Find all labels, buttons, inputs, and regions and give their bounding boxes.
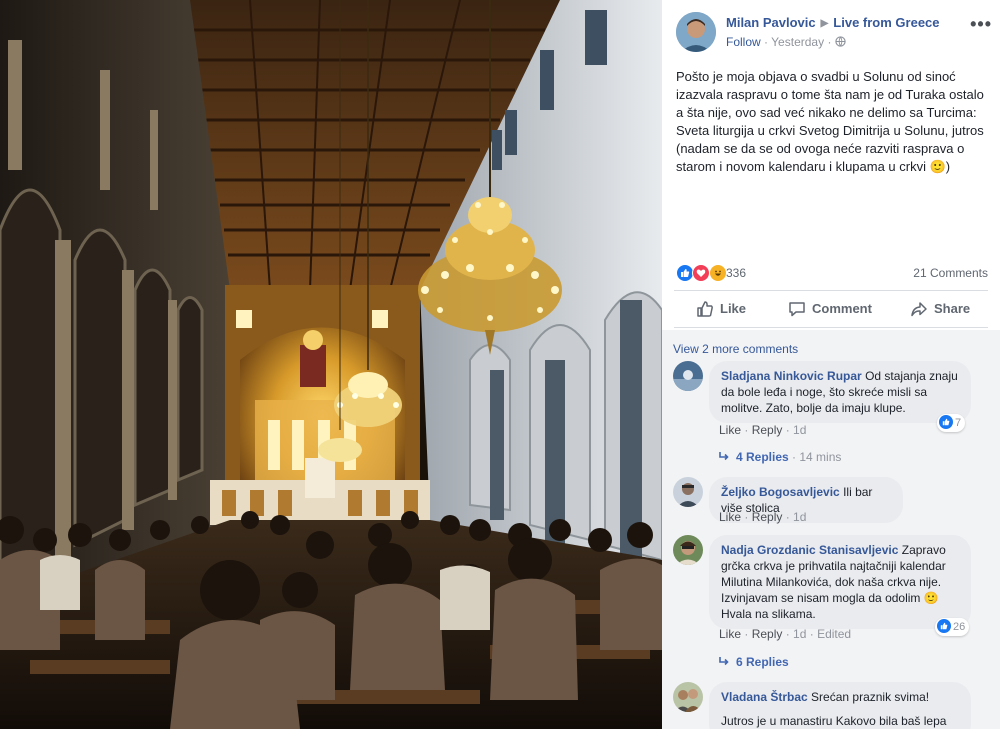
comment-time[interactable]: 1d <box>793 627 806 641</box>
haha-reaction-icon <box>708 264 727 282</box>
love-reaction-icon <box>692 264 711 282</box>
comments-count[interactable]: 21 Comments <box>913 266 988 280</box>
commenter-name[interactable]: Sladjana Ninkovic Rupar <box>721 369 862 383</box>
post-sidebar: Milan Pavlovic ▶ Live from Greece Follow ·… <box>662 0 1000 729</box>
church-interior-photo <box>0 0 662 729</box>
comment-like-link[interactable]: Like <box>719 627 741 641</box>
meta-separator: · <box>827 35 835 49</box>
post-header: Milan Pavlovic ▶ Live from Greece Follow ·… <box>676 12 996 52</box>
commenter-avatar[interactable] <box>673 682 703 712</box>
comment-reply-link[interactable]: Reply <box>752 510 783 524</box>
comment-text-continued: Jutros je u manastiru Kakovo bila baš le… <box>721 714 947 728</box>
comment-like-count[interactable]: 26 <box>935 618 970 636</box>
comment-bubble: Nadja Grozdanic Stanisavljevic Zapravo g… <box>709 535 971 629</box>
reply-arrow-icon <box>718 655 736 669</box>
comment-like-number: 7 <box>955 417 962 429</box>
post-photo[interactable] <box>0 0 662 729</box>
comment-text: Srećan praznik svima! <box>811 690 930 704</box>
comment-edited[interactable]: Edited <box>817 627 851 641</box>
post-viewer: Milan Pavlovic ▶ Live from Greece Follow ·… <box>0 0 1000 729</box>
view-more-comments-link[interactable]: View 2 more comments <box>673 342 798 356</box>
replies-label: 6 Replies <box>736 655 789 669</box>
comment-bubble: Sladjana Ninkovic Rupar Od stajanja znaj… <box>709 361 971 423</box>
caret-right-icon: ▶ <box>820 18 829 29</box>
replies-separator: · <box>788 450 800 464</box>
comment-bubble: Vladana Štrbac Srećan praznik svima! Jut… <box>709 682 971 729</box>
globe-icon <box>835 35 846 49</box>
follow-link[interactable]: Follow <box>726 35 761 49</box>
comment-reply-link[interactable]: Reply <box>752 627 783 641</box>
reply-arrow-icon <box>718 450 736 464</box>
reactions-summary[interactable]: 336 21 Comments <box>676 263 988 283</box>
comment-icon <box>789 301 805 316</box>
comment-reply-link[interactable]: Reply <box>752 423 783 437</box>
commenter-name[interactable]: Nadja Grozdanic Stanisavljevic <box>721 543 898 557</box>
reaction-count[interactable]: 336 <box>726 266 746 280</box>
comment-actions: Like · Reply · 1d <box>719 423 807 437</box>
commenter-avatar[interactable] <box>673 361 703 391</box>
replies-label: 4 Replies <box>736 450 789 464</box>
comment-label: Comment <box>812 301 872 316</box>
comment-like-link[interactable]: Like <box>719 423 741 437</box>
reaction-icons <box>676 264 727 282</box>
comments-section: View 2 more comments Sladjana Ninkovic R… <box>662 330 1000 729</box>
share-arrow-icon <box>911 301 927 316</box>
view-replies[interactable]: 6 Replies <box>718 655 789 669</box>
comment-like-count[interactable]: 7 <box>937 414 966 432</box>
share-button[interactable]: Share <box>910 291 970 327</box>
like-label: Like <box>720 301 747 316</box>
author-avatar[interactable] <box>676 12 716 52</box>
comment-actions: Like · Reply · 1d · Edited <box>719 627 852 641</box>
comment-time[interactable]: 1d <box>793 423 806 437</box>
comment-actions: Like · Reply · 1d <box>719 510 807 524</box>
comment-like-link[interactable]: Like <box>719 510 741 524</box>
author-line: Milan Pavlovic ▶ Live from Greece <box>726 15 940 30</box>
share-label: Share <box>934 301 971 316</box>
like-reaction-icon <box>937 619 951 634</box>
commenter-name[interactable]: Vladana Štrbac <box>721 690 808 704</box>
commenter-avatar[interactable] <box>673 535 703 565</box>
commenter-avatar[interactable] <box>673 477 703 507</box>
post-actions: Like Comment Share <box>674 290 988 328</box>
author-name[interactable]: Milan Pavlovic <box>726 15 816 30</box>
thumbs-up-icon <box>697 300 713 317</box>
comment-button[interactable]: Comment <box>788 291 872 327</box>
replies-time: 14 mins <box>799 450 842 464</box>
commenter-name[interactable]: Željko Bogosavljevic <box>721 485 840 499</box>
post-time[interactable]: Yesterday <box>771 35 824 49</box>
post-meta: Follow · Yesterday · <box>726 35 846 49</box>
more-options-icon[interactable]: ••• <box>970 14 992 35</box>
post-text: Pošto je moja objava o svadbi u Solunu o… <box>676 69 984 174</box>
like-reaction-icon <box>676 264 694 282</box>
author-avatar-image <box>676 12 716 52</box>
like-reaction-icon <box>939 415 953 430</box>
group-name[interactable]: Live from Greece <box>833 15 939 30</box>
comment-like-number: 26 <box>953 621 966 633</box>
view-replies[interactable]: 4 Replies · 14 mins <box>718 450 841 464</box>
comment-time[interactable]: 1d <box>793 510 806 524</box>
like-button[interactable]: Like <box>696 291 746 327</box>
